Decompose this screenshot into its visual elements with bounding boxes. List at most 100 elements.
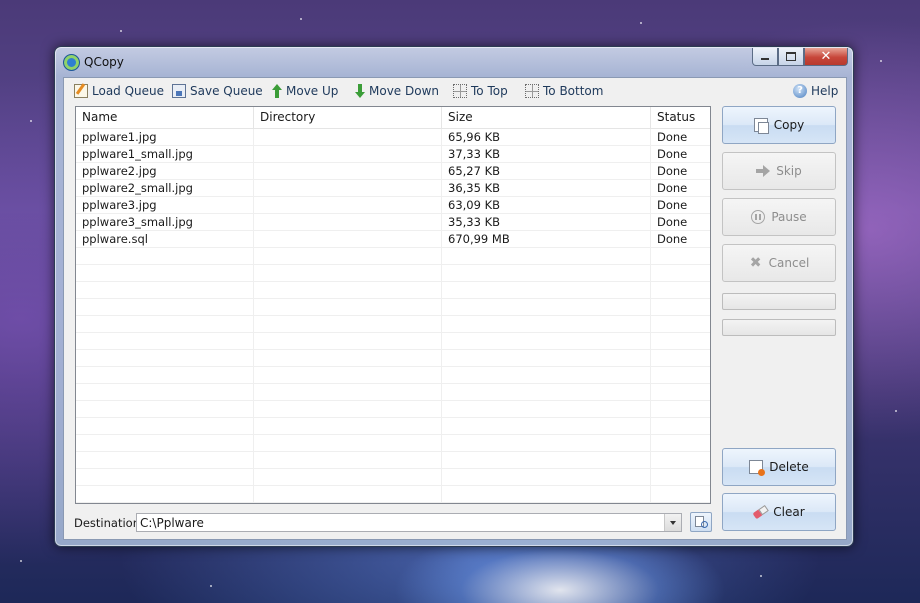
destination-input[interactable]: C:\Pplware — [140, 515, 204, 531]
cell-size: 63,09 KB — [442, 197, 651, 213]
cell-name: pplware1_small.jpg — [76, 146, 254, 162]
table-row[interactable]: pplware3_small.jpg 35,33 KB Done — [76, 214, 710, 231]
load-queue-button[interactable]: Load Queue — [74, 82, 164, 100]
table-row[interactable]: pplware2_small.jpg 36,35 KB Done — [76, 180, 710, 197]
cell-size: 65,96 KB — [442, 129, 651, 145]
save-queue-icon — [172, 84, 186, 98]
empty-cell — [76, 265, 254, 281]
to-bottom-button[interactable]: To Bottom — [525, 82, 603, 100]
empty-cell — [651, 418, 710, 434]
pause-icon — [751, 210, 766, 224]
cell-status: Done — [657, 215, 688, 229]
delete-button[interactable]: Delete — [722, 448, 836, 486]
eraser-icon — [751, 502, 770, 521]
column-header-size[interactable]: Size — [442, 107, 651, 128]
client-area: Load Queue Save Queue Move Up Move Down … — [63, 77, 847, 540]
cancel-button[interactable]: ✖ Cancel — [722, 244, 836, 282]
list-header: Name Directory Size Status — [76, 107, 710, 129]
help-button[interactable]: ? Help — [793, 82, 838, 100]
to-bottom-icon — [525, 84, 539, 98]
empty-cell — [651, 248, 710, 264]
empty-cell — [254, 265, 442, 281]
move-down-button[interactable]: Move Down — [355, 82, 439, 100]
copy-button[interactable]: Copy — [722, 106, 836, 144]
empty-row — [76, 299, 710, 316]
empty-cell — [651, 435, 710, 451]
column-header-name[interactable]: Name — [76, 107, 254, 128]
save-queue-label: Save Queue — [190, 84, 263, 98]
empty-cell — [76, 299, 254, 315]
empty-cell — [76, 469, 254, 485]
empty-cell — [651, 367, 710, 383]
empty-cell — [442, 418, 651, 434]
empty-cell — [651, 486, 710, 502]
table-row[interactable]: pplware.sql 670,99 MB Done — [76, 231, 710, 248]
title-bar[interactable]: QCopy ✕ — [55, 47, 853, 77]
save-queue-button[interactable]: Save Queue — [172, 82, 263, 100]
window-controls: ✕ — [752, 48, 848, 66]
close-button[interactable]: ✕ — [804, 48, 848, 66]
list-body: pplware1.jpg 65,96 KB Done pplware1_smal… — [76, 129, 710, 503]
file-progress-bar — [722, 293, 836, 310]
cell-status: Done — [657, 147, 688, 161]
cell-name: pplware.sql — [76, 231, 254, 247]
empty-rows — [76, 248, 710, 503]
empty-cell — [254, 486, 442, 502]
empty-cell — [651, 282, 710, 298]
queue-list[interactable]: Name Directory Size Status pplware1.jpg … — [75, 106, 711, 504]
pause-button[interactable]: Pause — [722, 198, 836, 236]
to-bottom-label: To Bottom — [543, 84, 604, 98]
empty-cell — [442, 367, 651, 383]
empty-cell — [254, 418, 442, 434]
cell-name: pplware3_small.jpg — [76, 214, 254, 230]
empty-cell — [76, 282, 254, 298]
empty-row — [76, 350, 710, 367]
destination-combobox[interactable]: C:\Pplware — [136, 513, 682, 532]
empty-cell — [442, 435, 651, 451]
cell-size: 670,99 MB — [442, 231, 651, 247]
move-up-button[interactable]: Move Up — [272, 82, 338, 100]
cell-size: 36,35 KB — [442, 180, 651, 196]
cell-name: pplware3.jpg — [76, 197, 254, 213]
table-row[interactable]: pplware1_small.jpg 37,33 KB Done — [76, 146, 710, 163]
empty-cell — [76, 367, 254, 383]
empty-row — [76, 333, 710, 350]
minimize-button[interactable] — [752, 48, 778, 66]
table-row[interactable]: pplware3.jpg 63,09 KB Done — [76, 197, 710, 214]
qcopy-app-icon — [63, 54, 80, 71]
cell-directory — [254, 146, 442, 162]
table-row[interactable]: pplware2.jpg 65,27 KB Done — [76, 163, 710, 180]
table-row[interactable]: pplware1.jpg 65,96 KB Done — [76, 129, 710, 146]
cell-size: 65,27 KB — [442, 163, 651, 179]
empty-cell — [442, 299, 651, 315]
pause-label: Pause — [771, 210, 807, 224]
empty-cell — [442, 401, 651, 417]
close-icon: ✕ — [820, 49, 832, 64]
column-header-directory[interactable]: Directory — [254, 107, 442, 128]
cell-size: 35,33 KB — [442, 214, 651, 230]
help-label: Help — [811, 84, 839, 98]
empty-row — [76, 367, 710, 384]
to-top-button[interactable]: To Top — [453, 82, 508, 100]
empty-cell — [442, 248, 651, 264]
skip-arrow-icon — [756, 164, 771, 178]
cancel-x-icon: ✖ — [749, 255, 762, 271]
empty-cell — [442, 282, 651, 298]
empty-cell — [76, 435, 254, 451]
move-up-label: Move Up — [286, 84, 339, 98]
browse-folder-button[interactable] — [690, 512, 712, 532]
clear-button[interactable]: Clear — [722, 493, 836, 531]
empty-cell — [651, 299, 710, 315]
column-header-status[interactable]: Status — [651, 107, 710, 128]
empty-cell — [254, 350, 442, 366]
empty-cell — [442, 265, 651, 281]
cell-directory — [254, 180, 442, 196]
cell-status: Done — [657, 198, 688, 212]
empty-cell — [254, 435, 442, 451]
maximize-button[interactable] — [778, 48, 804, 66]
skip-button[interactable]: Skip — [722, 152, 836, 190]
chevron-down-icon[interactable] — [664, 514, 681, 531]
empty-row — [76, 435, 710, 452]
empty-cell — [254, 452, 442, 468]
empty-cell — [254, 401, 442, 417]
